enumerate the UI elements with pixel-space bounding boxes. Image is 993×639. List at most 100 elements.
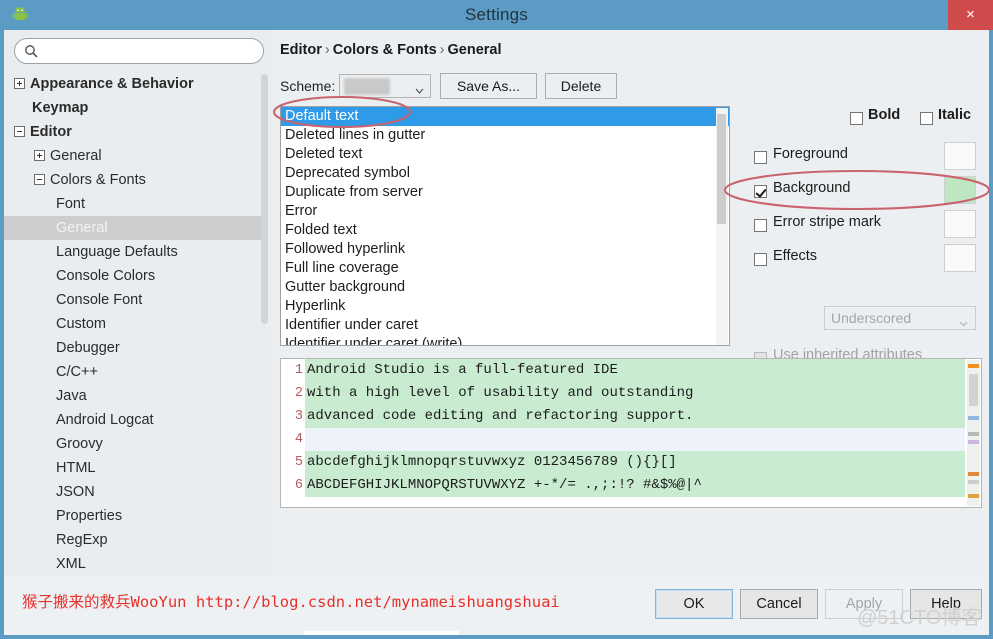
sidebar-item-debugger[interactable]: Debugger [4, 336, 264, 360]
list-item[interactable]: Deleted text [281, 145, 729, 164]
error-stripe-mark-checkbox[interactable] [754, 219, 767, 232]
sidebar-item-general[interactable]: General [4, 216, 264, 240]
preview-editor[interactable]: 1 Android Studio is a full-featured IDE 2 w… [280, 358, 982, 508]
color-settings-list[interactable]: Default text Deleted lines in gutter Delet… [280, 106, 730, 346]
chevron-down-icon [959, 315, 968, 327]
background-checkbox[interactable] [754, 185, 767, 198]
settings-dialog: Settings × Appearance & Behavior Keymap Ed… [0, 0, 993, 639]
collapse-icon[interactable] [14, 126, 25, 137]
error-stripe-mark[interactable] [968, 416, 979, 420]
sidebar-item-custom[interactable]: Custom [4, 312, 264, 336]
list-item[interactable]: Gutter background [281, 278, 729, 297]
sidebar-item-c-c[interactable]: C/C++ [4, 360, 264, 384]
scheme-select[interactable] [339, 74, 431, 98]
window-title: Settings [464, 5, 529, 24]
list-item[interactable]: Folded text [281, 221, 729, 240]
error-stripe-mark[interactable] [968, 472, 979, 476]
collapse-icon[interactable] [34, 174, 45, 185]
effect-type-select[interactable]: Underscored [824, 306, 976, 330]
error-stripe-mark[interactable] [968, 364, 979, 368]
sidebar-item-console-colors[interactable]: Console Colors [4, 264, 264, 288]
sidebar-scrollbar-thumb[interactable] [261, 74, 268, 324]
sidebar-scrollbar[interactable] [261, 74, 268, 544]
expand-icon[interactable] [14, 78, 25, 89]
breadcrumb-separator: › [439, 42, 445, 58]
list-item[interactable]: Deprecated symbol [281, 164, 729, 183]
sidebar-item-regexp[interactable]: RegExp [4, 528, 264, 552]
sidebar-item-label: Android Logcat [56, 412, 154, 428]
list-item[interactable]: Default text [281, 107, 729, 126]
background-label: Background [773, 180, 851, 196]
search-input[interactable] [43, 42, 257, 62]
foreground-color-swatch[interactable] [944, 142, 976, 170]
sidebar-item-label: Console Colors [56, 268, 156, 284]
bold-checkbox[interactable] [850, 112, 863, 125]
preview-line: 1 Android Studio is a full-featured IDE [281, 359, 981, 382]
title-bar: Settings × [0, 0, 993, 30]
list-item[interactable]: Full line coverage [281, 259, 729, 278]
breadcrumb-part: General [447, 42, 502, 58]
sidebar-item-colors-fonts[interactable]: Colors & Fonts [4, 168, 264, 192]
error-stripe-mark[interactable] [968, 432, 979, 436]
search-box[interactable] [14, 38, 264, 64]
save-as-button[interactable]: Save As... [440, 73, 537, 99]
effects-checkbox[interactable] [754, 253, 767, 266]
help-button[interactable]: Help [910, 589, 982, 619]
sidebar-item-label: Custom [56, 316, 106, 332]
chevron-down-icon [415, 83, 424, 94]
list-item[interactable]: Duplicate from server [281, 183, 729, 202]
window-body: Appearance & Behavior Keymap Editor General… [0, 30, 993, 639]
sidebar-item-keymap[interactable]: Keymap [4, 96, 264, 120]
sidebar-item-label: JSON [56, 484, 95, 500]
foreground-checkbox[interactable] [754, 151, 767, 164]
list-item[interactable]: Identifier under caret (write) [281, 335, 729, 345]
sidebar-item-html[interactable]: HTML [4, 456, 264, 480]
sidebar-item-xml[interactable]: XML [4, 552, 264, 575]
expand-icon[interactable] [34, 150, 45, 161]
preview-line: 4 [281, 428, 981, 451]
sidebar-item-console-font[interactable]: Console Font [4, 288, 264, 312]
list-scrollbar-thumb[interactable] [717, 114, 726, 224]
sidebar-item-groovy[interactable]: Groovy [4, 432, 264, 456]
list-item[interactable]: Followed hyperlink [281, 240, 729, 259]
bold-label: Bold [868, 107, 901, 123]
error-stripe-mark-color-swatch[interactable] [944, 210, 976, 238]
sidebar-item-java[interactable]: Java [4, 384, 264, 408]
error-stripe-mark[interactable] [968, 480, 979, 484]
list-scrollbar[interactable] [716, 108, 728, 345]
background-color-swatch[interactable] [944, 176, 976, 204]
sidebar-item-language-defaults[interactable]: Language Defaults [4, 240, 264, 264]
settings-tree[interactable]: Appearance & Behavior Keymap Editor General… [4, 72, 264, 572]
delete-button[interactable]: Delete [545, 73, 617, 99]
error-stripe-mark[interactable] [968, 440, 979, 444]
close-icon[interactable]: × [948, 0, 993, 30]
sidebar-item-json[interactable]: JSON [4, 480, 264, 504]
italic-checkbox[interactable] [920, 112, 933, 125]
sidebar-item-properties[interactable]: Properties [4, 504, 264, 528]
color-settings-list-items[interactable]: Default text Deleted lines in gutter Delet… [281, 107, 729, 345]
preview-line-number: 5 [281, 451, 303, 474]
error-stripe-bar[interactable] [967, 360, 980, 506]
preview-line-text: with a high level of usability and outst… [305, 382, 965, 405]
preview-line-number: 3 [281, 405, 303, 428]
cancel-button[interactable]: Cancel [740, 589, 818, 619]
sidebar-item-android-logcat[interactable]: Android Logcat [4, 408, 264, 432]
list-item[interactable]: Error [281, 202, 729, 221]
sidebar-item-label: Appearance & Behavior [30, 76, 194, 92]
effects-color-swatch[interactable] [944, 244, 976, 272]
sidebar-item-general[interactable]: General [4, 144, 264, 168]
error-stripe-mark[interactable] [968, 494, 979, 498]
sidebar-item-label: Java [56, 388, 87, 404]
list-item[interactable]: Identifier under caret [281, 316, 729, 335]
ok-button[interactable]: OK [655, 589, 733, 619]
sidebar-item-font[interactable]: Font [4, 192, 264, 216]
sidebar-item-appearance-behavior[interactable]: Appearance & Behavior [4, 72, 264, 96]
breadcrumb-part: Editor [280, 42, 322, 58]
sidebar-item-label: RegExp [56, 532, 108, 548]
sidebar-item-label: Keymap [32, 100, 89, 116]
preview-line: 2 with a high level of usability and outs… [281, 382, 981, 405]
list-item[interactable]: Hyperlink [281, 297, 729, 316]
sidebar-item-editor[interactable]: Editor [4, 120, 264, 144]
preview-scrollbar-thumb[interactable] [969, 374, 978, 406]
list-item[interactable]: Deleted lines in gutter [281, 126, 729, 145]
